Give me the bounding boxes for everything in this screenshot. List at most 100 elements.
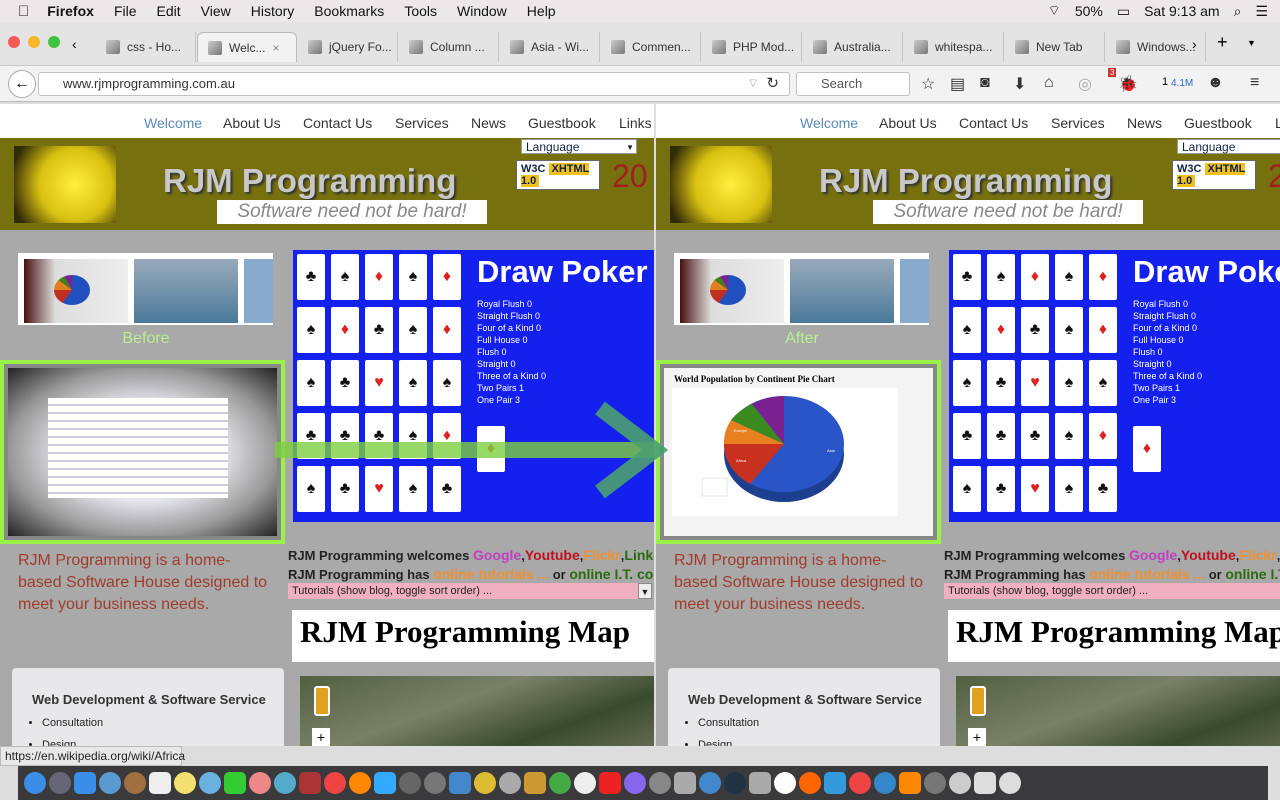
featured-image[interactable]: World Population by Continent Pie Chart A… bbox=[656, 360, 941, 544]
dock-app-icon[interactable] bbox=[99, 772, 121, 794]
close-window-button[interactable] bbox=[8, 36, 20, 48]
welcome-link[interactable]: Linked bbox=[624, 547, 654, 563]
dock-app-icon[interactable] bbox=[199, 772, 221, 794]
dock-app-icon[interactable] bbox=[249, 772, 271, 794]
chat-icon[interactable]: ☻ bbox=[1207, 74, 1224, 92]
scroll-tabs-right-icon[interactable]: › bbox=[1192, 36, 1197, 52]
dock-app-icon[interactable] bbox=[74, 772, 96, 794]
dock-app-icon[interactable] bbox=[349, 772, 371, 794]
tutorials-select[interactable]: Tutorials (show blog, toggle sort order)… bbox=[288, 583, 652, 599]
scroll-tabs-left-icon[interactable]: ‹ bbox=[72, 36, 77, 52]
dock-app-icon[interactable] bbox=[774, 772, 796, 794]
dock-app-icon[interactable] bbox=[24, 772, 46, 794]
draw-poker-image[interactable]: ♣♠♦♠♦♠♦♣♠♦♠♣♥♠♠♣♣♣♠♦♠♣♥♠♣♦Draw Poker 5Ro… bbox=[949, 250, 1280, 522]
welcome-link[interactable]: Youtube bbox=[525, 547, 580, 563]
back-button[interactable]: ← bbox=[8, 70, 36, 98]
dock-app-icon[interactable] bbox=[849, 772, 871, 794]
featured-image[interactable] bbox=[0, 360, 285, 544]
battery-icon[interactable]: ▭ bbox=[1117, 3, 1130, 20]
dock-app-icon[interactable] bbox=[624, 772, 646, 794]
language-select[interactable]: Language▼ bbox=[1177, 139, 1280, 154]
dock-app-icon[interactable] bbox=[749, 772, 771, 794]
site-nav-welcome[interactable]: Welcome bbox=[800, 115, 858, 131]
site-nav-news[interactable]: News bbox=[1127, 115, 1162, 131]
site-nav-links[interactable]: Links bbox=[1275, 115, 1280, 131]
wifi-icon[interactable]: ⌔ bbox=[1048, 2, 1061, 20]
menu-history[interactable]: History bbox=[251, 3, 295, 19]
reading-list-icon[interactable]: ▤ bbox=[950, 74, 965, 94]
courses-link[interactable]: online I.T. cour bbox=[569, 566, 654, 582]
history-dropdown-icon[interactable]: ▽ bbox=[749, 73, 757, 95]
notification-center-icon[interactable]: ☰ bbox=[1255, 3, 1268, 20]
welcome-link[interactable]: Flickr bbox=[1239, 547, 1276, 563]
tab[interactable]: Welc... × bbox=[197, 32, 297, 62]
dock-app-icon[interactable] bbox=[724, 772, 746, 794]
tab[interactable]: Column ... bbox=[399, 32, 499, 62]
map-zoom-in-button[interactable]: + bbox=[968, 728, 986, 746]
dock-app-icon[interactable] bbox=[649, 772, 671, 794]
reload-icon[interactable]: ↻ bbox=[766, 73, 779, 95]
url-input[interactable]: www.rjmprogramming.com.au ↻ ▽ bbox=[38, 72, 790, 96]
dock-app-icon[interactable] bbox=[599, 772, 621, 794]
w3c-xhtml-badge[interactable]: W3C XHTML 1.0 bbox=[1172, 160, 1256, 190]
extension-icon[interactable]: ◎ bbox=[1078, 74, 1092, 94]
close-tab-icon[interactable]: × bbox=[272, 41, 279, 55]
dock-app-icon[interactable] bbox=[424, 772, 446, 794]
dock-app-icon[interactable] bbox=[999, 772, 1021, 794]
thumbnail[interactable] bbox=[680, 259, 784, 323]
dock-app-icon[interactable] bbox=[949, 772, 971, 794]
dock-app-icon[interactable] bbox=[524, 772, 546, 794]
dock-app-icon[interactable] bbox=[49, 772, 71, 794]
welcome-link[interactable]: Google bbox=[1129, 547, 1177, 563]
dock-app-icon[interactable] bbox=[224, 772, 246, 794]
tab[interactable]: whitespa... bbox=[904, 32, 1004, 62]
dock-app-icon[interactable] bbox=[499, 772, 521, 794]
dock-app-icon[interactable] bbox=[799, 772, 821, 794]
thumbnail[interactable] bbox=[790, 259, 894, 323]
dock-app-icon[interactable] bbox=[124, 772, 146, 794]
thumbnail[interactable] bbox=[900, 259, 929, 323]
site-nav-services[interactable]: Services bbox=[1051, 115, 1105, 131]
tutorials-select[interactable]: Tutorials (show blog, toggle sort order)… bbox=[944, 583, 1280, 599]
street-view-pegman-icon[interactable] bbox=[314, 686, 330, 716]
thumbnail[interactable] bbox=[134, 259, 238, 323]
menu-window[interactable]: Window bbox=[457, 3, 507, 19]
site-nav-guestbook[interactable]: Guestbook bbox=[1184, 115, 1252, 131]
dock-app-icon[interactable] bbox=[474, 772, 496, 794]
thumbnail-strip[interactable] bbox=[674, 253, 929, 325]
dock-app-icon[interactable] bbox=[874, 772, 896, 794]
tab[interactable]: Asia - Wi... bbox=[500, 32, 600, 62]
dock-app-icon[interactable] bbox=[549, 772, 571, 794]
menu-bookmarks[interactable]: Bookmarks bbox=[314, 3, 384, 19]
dock-app-icon[interactable] bbox=[174, 772, 196, 794]
tab[interactable]: jQuery Fo... bbox=[298, 32, 398, 62]
tab-list-chevron-icon[interactable]: ▼ bbox=[1247, 38, 1256, 48]
courses-link[interactable]: online I.T. cour bbox=[1225, 566, 1280, 582]
thumbnail[interactable] bbox=[244, 259, 273, 323]
apple-icon[interactable]:  bbox=[18, 3, 29, 20]
dock-app-icon[interactable] bbox=[574, 772, 596, 794]
dock-app-icon[interactable] bbox=[699, 772, 721, 794]
search-input[interactable]: Search bbox=[796, 72, 910, 96]
site-nav-links[interactable]: Links bbox=[619, 115, 652, 131]
dock-app-icon[interactable] bbox=[899, 772, 921, 794]
spotlight-icon[interactable]: ⌕ bbox=[1234, 3, 1242, 20]
w3c-xhtml-badge[interactable]: W3C XHTML 1.0 bbox=[516, 160, 600, 190]
dock-app-icon[interactable] bbox=[449, 772, 471, 794]
bookmark-star-icon[interactable]: ☆ bbox=[921, 74, 935, 94]
dock-app-icon[interactable] bbox=[324, 772, 346, 794]
site-nav-about-us[interactable]: About Us bbox=[223, 115, 281, 131]
menu-view[interactable]: View bbox=[201, 3, 231, 19]
menu-help[interactable]: Help bbox=[527, 3, 556, 19]
site-nav-news[interactable]: News bbox=[471, 115, 506, 131]
thumbnail-strip[interactable] bbox=[18, 253, 273, 325]
menu-edit[interactable]: Edit bbox=[157, 3, 181, 19]
site-nav-guestbook[interactable]: Guestbook bbox=[528, 115, 596, 131]
tutorials-link[interactable]: online tutorials ... bbox=[433, 566, 549, 582]
tab[interactable]: Windows... bbox=[1106, 32, 1206, 62]
map-zoom-in-button[interactable]: + bbox=[312, 728, 330, 746]
tutorials-link[interactable]: online tutorials ... bbox=[1089, 566, 1205, 582]
map-view[interactable]: + bbox=[300, 676, 654, 746]
clock[interactable]: Sat 9:13 am bbox=[1144, 3, 1220, 19]
pocket-icon[interactable]: ◙ bbox=[980, 74, 990, 92]
